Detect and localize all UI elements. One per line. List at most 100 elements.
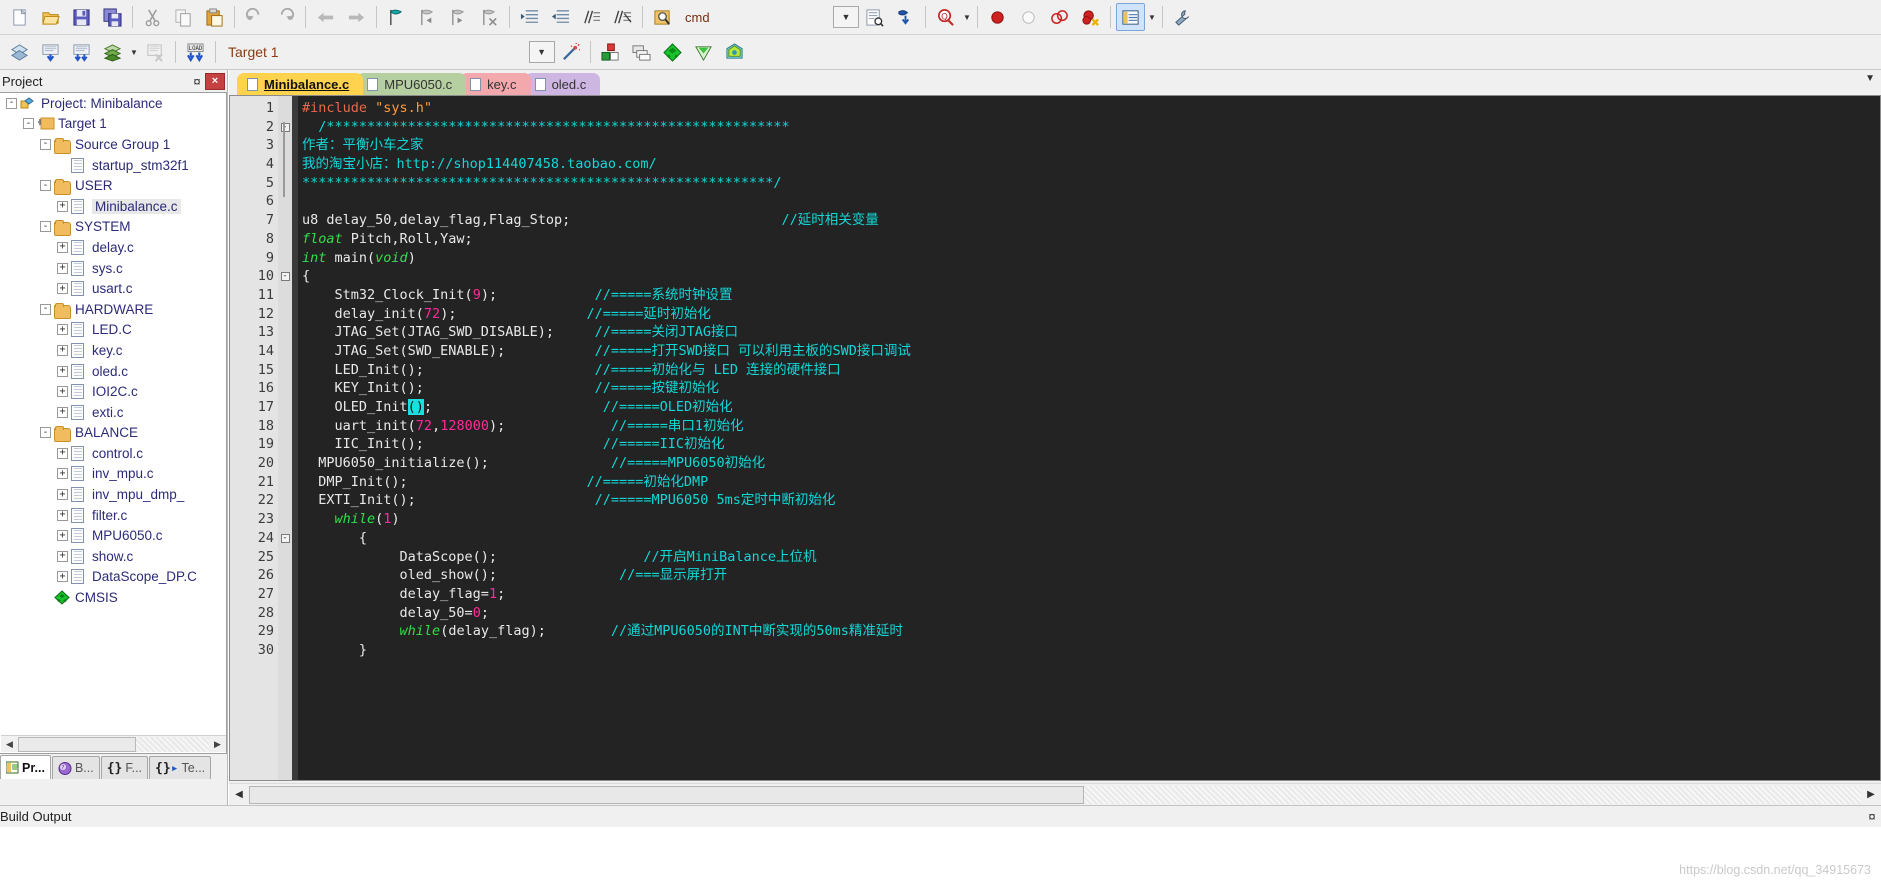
pack-manager-icon[interactable] [720, 38, 749, 66]
command-dropdown-arrow-icon[interactable]: ▼ [833, 6, 859, 28]
code-editor[interactable]: 1 2 3 4 5 6 7 8 9 10 11 12 13 14 15 16 17 18 19 20 21 22 23 24 2… [229, 95, 1881, 781]
incremental-find-icon[interactable] [860, 3, 889, 31]
new-file-icon[interactable] [5, 3, 34, 31]
tree-item[interactable]: + Minibalance.c [0, 196, 226, 217]
code-line[interactable]: delay_flag=1; [302, 585, 1880, 604]
code-scroll-right-icon[interactable]: ▶ [1861, 785, 1881, 805]
tree-item[interactable]: + key.c [0, 340, 226, 361]
navigate-forward-icon[interactable] [342, 3, 371, 31]
target-select-value[interactable]: Target 1 [228, 44, 279, 60]
code-line[interactable]: JTAG_Set(SWD_ENABLE); //=====打开SWD接口 可以利… [302, 342, 1880, 361]
code-hscrollbar[interactable]: ◀ ▶ [229, 783, 1881, 805]
tree-item[interactable]: + show.c [0, 546, 226, 567]
indent-left-icon[interactable] [546, 3, 575, 31]
tree-item[interactable]: + usart.c [0, 278, 226, 299]
expand-icon[interactable]: + [57, 365, 68, 377]
batch-build-icon[interactable] [98, 38, 127, 66]
code-line[interactable]: JTAG_Set(JTAG_SWD_DISABLE); //=====关闭JTA… [302, 323, 1880, 342]
fold-cell[interactable]: - [278, 529, 292, 548]
wrench-icon[interactable] [1168, 3, 1197, 31]
tree-item[interactable]: - Source Group 1 [0, 134, 226, 155]
editor-tabs-dropdown-icon[interactable]: ▼ [1865, 73, 1875, 84]
kill-all-breakpoints-icon[interactable] [1076, 3, 1105, 31]
build-output-pin-icon[interactable]: ¤ [1863, 809, 1881, 824]
fold-cell[interactable]: - [278, 267, 292, 286]
fold-collapse-icon[interactable]: - [280, 122, 290, 132]
tree-item[interactable]: - Project: Minibalance [0, 93, 226, 114]
code-line[interactable]: ****************************************… [302, 174, 1880, 193]
tree-item[interactable]: + filter.c [0, 505, 226, 526]
code-line[interactable]: delay_50=0; [302, 604, 1880, 623]
code-line[interactable]: } [302, 641, 1880, 660]
code-line[interactable]: float Pitch,Roll,Yaw; [302, 230, 1880, 249]
code-line[interactable]: KEY_Init(); //=====按键初始化 [302, 379, 1880, 398]
code-line[interactable]: { [302, 529, 1880, 548]
translate-icon[interactable] [5, 38, 34, 66]
magic-wand-icon[interactable] [556, 38, 585, 66]
download-icon[interactable]: LOAD [181, 38, 210, 66]
tree-item[interactable]: + DataScope_DP.C [0, 567, 226, 588]
fold-collapse-icon[interactable]: - [280, 533, 290, 543]
code-line[interactable]: 作者：平衡小车之家 [302, 136, 1880, 155]
code-folding-gutter[interactable]: - - - [278, 96, 292, 780]
tree-item[interactable]: + delay.c [0, 237, 226, 258]
code-line[interactable]: { [302, 267, 1880, 286]
expand-icon[interactable]: + [57, 406, 68, 418]
cut-icon[interactable] [138, 3, 167, 31]
scroll-track[interactable] [136, 736, 209, 752]
code-line[interactable]: LED_Init(); //=====初始化与 LED 连接的硬件接口 [302, 361, 1880, 380]
code-scroll-thumb[interactable] [249, 785, 1084, 804]
target-dropdown-arrow-icon[interactable]: ▼ [528, 41, 555, 63]
code-line[interactable]: int main(void) [302, 249, 1880, 268]
code-text[interactable]: #include "sys.h" /**********************… [298, 96, 1880, 780]
multi-project-icon[interactable] [627, 38, 656, 66]
tree-item[interactable]: - SYSTEM [0, 217, 226, 238]
code-line[interactable]: delay_init(72); //=====延时初始化 [302, 305, 1880, 324]
expand-icon[interactable]: + [57, 468, 68, 480]
tree-item[interactable]: CMSIS [0, 587, 226, 608]
tree-item[interactable]: + LED.C [0, 320, 226, 341]
fold-collapse-icon[interactable]: - [280, 272, 290, 282]
expand-icon[interactable]: + [57, 571, 68, 583]
collapse-icon[interactable]: - [40, 427, 51, 439]
expand-icon[interactable]: + [57, 509, 68, 521]
run-to-main-icon[interactable] [689, 38, 718, 66]
navigate-back-icon[interactable] [311, 3, 340, 31]
manage-components-icon[interactable] [596, 38, 625, 66]
code-scroll-track[interactable] [1084, 785, 1861, 804]
editor-tab-key-c[interactable]: key.c [460, 73, 531, 95]
batch-build-dropdown-arrow-icon[interactable]: ▼ [128, 38, 140, 66]
comment-icon[interactable] [577, 3, 606, 31]
expand-icon[interactable]: + [57, 324, 68, 336]
collapse-icon[interactable]: - [40, 180, 51, 192]
code-line[interactable]: /***************************************… [302, 118, 1880, 137]
paste-icon[interactable] [200, 3, 229, 31]
expand-icon[interactable]: + [57, 386, 68, 398]
code-line[interactable]: oled_show(); //===显示屏打开 [302, 566, 1880, 585]
collapse-icon[interactable]: - [40, 303, 51, 315]
expand-icon[interactable]: + [57, 530, 68, 542]
window-layout-dropdown-arrow-icon[interactable]: ▼ [1146, 3, 1158, 31]
panel-tab-f[interactable]: {} F... [100, 756, 149, 779]
code-line[interactable]: 我的淘宝小店：http://shop114407458.taobao.com/ [302, 155, 1880, 174]
code-line[interactable]: OLED_Init(); //=====OLED初始化 [302, 398, 1880, 417]
expand-icon[interactable]: + [57, 283, 68, 295]
uncomment-icon[interactable] [608, 3, 637, 31]
code-line[interactable]: Stm32_Clock_Init(9); //=====系统时钟设置 [302, 286, 1880, 305]
build-icon[interactable] [36, 38, 65, 66]
disable-all-breakpoints-icon[interactable] [1045, 3, 1074, 31]
panel-tab-b[interactable]: ? B... [51, 756, 100, 779]
collapse-icon[interactable]: - [23, 118, 34, 130]
expand-icon[interactable]: + [57, 489, 68, 501]
tree-item[interactable]: + inv_mpu_dmp_ [0, 484, 226, 505]
tree-item[interactable]: + MPU6050.c [0, 525, 226, 546]
code-line[interactable]: uart_init(72,128000); //=====串口1初始化 [302, 417, 1880, 436]
stop-build-icon[interactable] [141, 38, 170, 66]
redo-icon[interactable] [271, 3, 300, 31]
panel-tab-te[interactable]: {}▸ Te... [149, 756, 212, 779]
bookmark-toggle-icon[interactable] [382, 3, 411, 31]
collapse-icon[interactable]: - [40, 138, 51, 150]
open-file-icon[interactable] [36, 3, 65, 31]
tree-item[interactable]: + sys.c [0, 258, 226, 279]
expand-icon[interactable]: + [57, 241, 68, 253]
